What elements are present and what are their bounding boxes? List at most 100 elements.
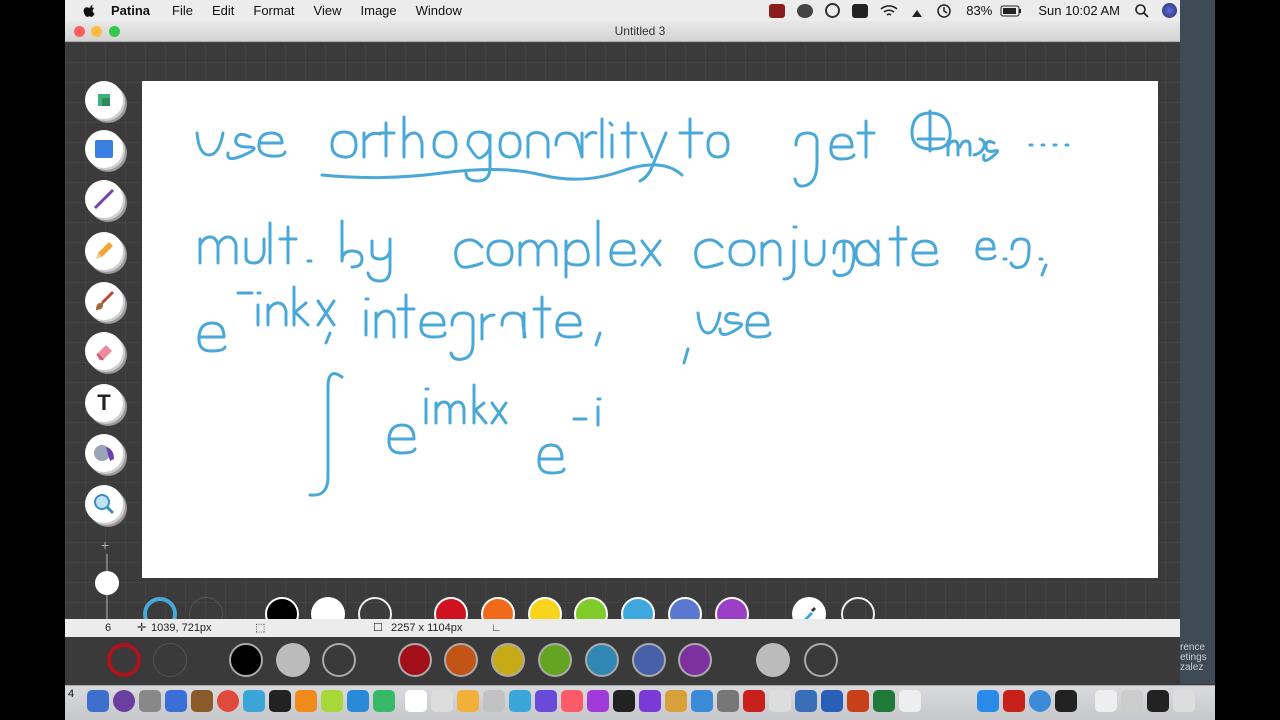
terminal-icon[interactable] (269, 690, 291, 712)
close-button[interactable] (74, 26, 85, 37)
books-icon[interactable] (665, 690, 687, 712)
chrome-icon[interactable] (217, 690, 239, 712)
secondary-color-blue[interactable] (585, 643, 619, 677)
word-icon[interactable] (821, 690, 843, 712)
podcasts-icon[interactable] (587, 690, 609, 712)
secondary-color-none[interactable] (322, 643, 356, 677)
menu-window[interactable]: Window (416, 3, 462, 18)
acrobat-icon[interactable] (743, 690, 765, 712)
crosshair-icon: ✛ (137, 622, 147, 634)
secondary-color-yellow[interactable] (491, 643, 525, 677)
tv-icon[interactable] (613, 690, 635, 712)
malwarebytes-icon[interactable] (852, 3, 869, 18)
stroke-phi-ms (910, 109, 999, 162)
menu-file[interactable]: File (172, 3, 193, 18)
time-machine-icon[interactable] (936, 3, 952, 19)
app-icon[interactable] (243, 690, 265, 712)
app10-icon[interactable] (1029, 690, 1051, 712)
app8-icon[interactable] (795, 690, 817, 712)
stroke-imkx (424, 383, 508, 425)
layers-tool[interactable] (85, 81, 123, 119)
zoom-button[interactable] (109, 26, 120, 37)
app2-icon[interactable] (321, 690, 343, 712)
secondary-color-green[interactable] (538, 643, 572, 677)
airplay-icon[interactable] (910, 4, 924, 18)
music-icon[interactable] (561, 690, 583, 712)
app3-icon[interactable] (347, 690, 369, 712)
document-icon[interactable] (1095, 690, 1117, 712)
background-window-peek: rence etings zalez (1180, 0, 1215, 684)
app5-icon[interactable] (535, 690, 557, 712)
screen-icon[interactable] (1147, 690, 1169, 712)
eraser-tool[interactable] (85, 332, 123, 370)
menu-image[interactable]: Image (361, 3, 397, 18)
folder-icon[interactable] (1121, 690, 1143, 712)
fill-tool[interactable] (85, 434, 123, 472)
zoom-app-icon[interactable] (977, 690, 999, 712)
app6-icon[interactable] (639, 690, 661, 712)
app9-icon[interactable] (899, 690, 921, 712)
finder-icon[interactable] (87, 690, 109, 712)
info-icon[interactable] (825, 3, 841, 18)
app7-icon[interactable] (769, 690, 791, 712)
size-plus-icon[interactable]: + (101, 537, 109, 553)
battery-icon[interactable] (1000, 5, 1022, 17)
secondary-color-white[interactable] (276, 643, 310, 677)
brush-tool[interactable] (85, 282, 123, 320)
reminders-icon[interactable] (431, 690, 453, 712)
calendar-icon[interactable] (405, 690, 427, 712)
secondary-color-orange[interactable] (444, 643, 478, 677)
secondary-color-indigo[interactable] (632, 643, 666, 677)
menu-format[interactable]: Format (253, 3, 294, 18)
system-preferences-icon[interactable] (717, 690, 739, 712)
secondary-color-black[interactable] (229, 643, 263, 677)
photos-icon[interactable] (483, 690, 505, 712)
secondary-fill-swatch[interactable] (153, 643, 187, 677)
minimize-button[interactable] (91, 26, 102, 37)
app4-icon[interactable] (373, 690, 395, 712)
app-name-menu[interactable]: Patina (111, 3, 150, 18)
secondary-color-purple[interactable] (678, 643, 712, 677)
messages-icon[interactable] (509, 690, 531, 712)
shield-icon[interactable] (1003, 690, 1025, 712)
siri-dock-icon[interactable] (113, 690, 135, 712)
clock[interactable]: Sun 10:02 AM (1038, 3, 1120, 18)
menu-view[interactable]: View (314, 3, 342, 18)
secondary-stroke-swatch[interactable] (107, 643, 141, 677)
excel-icon[interactable] (873, 690, 895, 712)
stroke-orthogonality (330, 115, 668, 183)
pencil-tool[interactable] (85, 232, 123, 270)
trash-icon[interactable] (1173, 690, 1195, 712)
record-icon[interactable] (769, 3, 786, 18)
zoom-icon (94, 494, 115, 515)
apple-icon[interactable] (83, 4, 97, 18)
launchpad-icon[interactable] (139, 690, 161, 712)
vlc-icon[interactable] (295, 690, 317, 712)
tool-icon[interactable] (797, 3, 814, 18)
powerpoint-icon[interactable] (847, 690, 869, 712)
shape-tool[interactable] (85, 130, 123, 168)
app11-icon[interactable] (1055, 690, 1077, 712)
stroke-get (793, 119, 876, 188)
text-tool[interactable]: T (85, 384, 123, 422)
line-tool[interactable] (85, 180, 123, 218)
drawing-canvas[interactable] (142, 81, 1158, 578)
line-icon (93, 188, 115, 210)
siri-icon[interactable] (1162, 3, 1177, 18)
safari-icon[interactable] (165, 690, 187, 712)
notes-app-icon[interactable] (191, 690, 213, 712)
menu-edit[interactable]: Edit (212, 3, 234, 18)
angle-icon: ∟ (491, 622, 502, 634)
menu-bar: Patina File Edit Format View Image Windo… (65, 0, 1215, 22)
secondary-eyedropper-button[interactable] (756, 643, 790, 677)
text-icon: T (97, 390, 111, 415)
wifi-icon[interactable] (880, 4, 898, 18)
stroke-integrate (364, 293, 602, 361)
notes-icon[interactable] (457, 690, 479, 712)
secondary-color-red[interactable] (398, 643, 432, 677)
brush-size-slider-knob[interactable] (95, 571, 119, 595)
secondary-custom-swatch[interactable] (804, 643, 838, 677)
app-store-icon[interactable] (691, 690, 713, 712)
spotlight-icon[interactable] (1134, 3, 1150, 19)
zoom-tool[interactable] (85, 485, 123, 523)
